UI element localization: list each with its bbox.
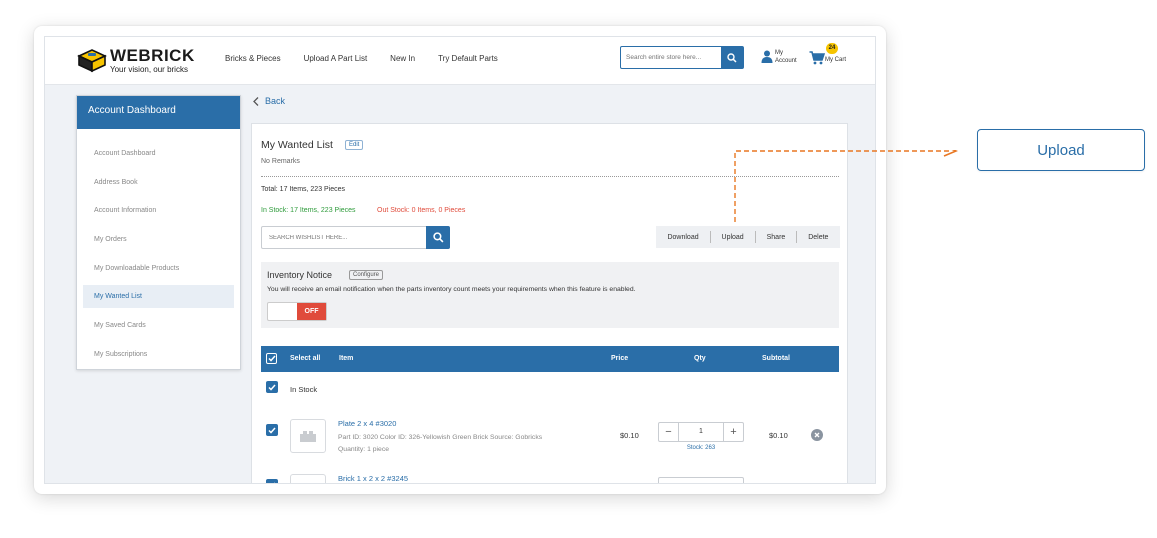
edit-button[interactable]: Edit bbox=[345, 140, 364, 150]
nav-new-in[interactable]: New In bbox=[390, 54, 415, 63]
group-checkbox[interactable] bbox=[266, 381, 278, 393]
delete-button[interactable]: Delete bbox=[808, 234, 828, 241]
wishlist-search-button[interactable] bbox=[426, 226, 450, 249]
sidebar-title: Account Dashboard bbox=[77, 96, 240, 129]
inventory-notice: Inventory Notice Configure You will rece… bbox=[261, 262, 839, 328]
table-header: Select all Item Price Qty Subtotal bbox=[261, 346, 839, 372]
brick-placeholder-icon bbox=[300, 431, 316, 442]
upload-callout-label: Upload bbox=[977, 129, 1145, 171]
header-qty: Qty bbox=[694, 355, 706, 362]
brand-tagline: Your vision, our bricks bbox=[110, 65, 188, 74]
inventory-notice-title: Inventory Notice bbox=[267, 270, 333, 280]
share-button[interactable]: Share bbox=[767, 234, 786, 241]
site-header: WEBRICK Your vision, our bricks Bricks &… bbox=[45, 37, 875, 85]
nav-bricks-pieces[interactable]: Bricks & Pieces bbox=[225, 54, 281, 63]
wishlist-search bbox=[261, 226, 450, 249]
my-cart-link[interactable]: 24 My Cart bbox=[809, 43, 859, 73]
back-label: Back bbox=[265, 96, 286, 106]
chevron-left-icon bbox=[253, 96, 259, 106]
upload-button[interactable]: Upload bbox=[722, 234, 744, 241]
item-details: Part ID: 3020 Color ID: 326-Yellowish Gr… bbox=[338, 434, 543, 441]
list-actions-bar: Download Upload Share Delete bbox=[656, 226, 840, 248]
cart-count-badge: 24 bbox=[826, 43, 838, 54]
cart-icon bbox=[809, 51, 825, 65]
account-label-line2: Account bbox=[775, 58, 797, 64]
header-search-input[interactable] bbox=[621, 47, 721, 68]
header-price: Price bbox=[611, 355, 629, 362]
sidebar-item-address-book[interactable]: Address Book bbox=[77, 168, 240, 197]
action-separator bbox=[709, 231, 711, 243]
brick-logo-icon bbox=[77, 49, 107, 73]
group-label: In Stock bbox=[290, 385, 318, 394]
cart-label: My Cart bbox=[825, 57, 846, 63]
sidebar-item-account-dashboard[interactable]: Account Dashboard bbox=[77, 139, 240, 168]
sidebar-item-downloadable-products[interactable]: My Downloadable Products bbox=[77, 254, 240, 283]
sidebar-item-subscriptions[interactable]: My Subscriptions bbox=[77, 340, 240, 369]
header-subtotal: Subtotal bbox=[762, 355, 790, 362]
quantity-stepper bbox=[658, 477, 744, 483]
sidebar-item-my-wanted-list[interactable]: My Wanted List bbox=[83, 285, 234, 309]
main-nav: Bricks & Pieces Upload A Part List New I… bbox=[225, 54, 521, 63]
item-quantity: Quantity: 1 piece bbox=[338, 446, 390, 453]
nav-upload-part-list[interactable]: Upload A Part List bbox=[304, 54, 368, 63]
header-search bbox=[620, 46, 744, 69]
my-account-link[interactable]: My Account bbox=[761, 47, 806, 75]
sidebar-item-saved-cards[interactable]: My Saved Cards bbox=[77, 311, 240, 340]
select-all-checkbox[interactable] bbox=[266, 353, 277, 364]
inventory-notice-text: You will receive an email notification w… bbox=[267, 286, 636, 293]
wanted-list-title: My Wanted List bbox=[261, 139, 333, 151]
checkmark-icon bbox=[268, 427, 276, 434]
search-icon bbox=[727, 52, 737, 63]
quantity-value[interactable]: 1 bbox=[679, 423, 723, 441]
row-checkbox[interactable] bbox=[266, 479, 278, 483]
remove-item-button[interactable] bbox=[811, 429, 823, 441]
checkmark-icon bbox=[267, 355, 276, 362]
total-summary: Total: 17 Items, 223 Pieces bbox=[261, 186, 346, 193]
sidebar-item-my-orders[interactable]: My Orders bbox=[77, 225, 240, 254]
table-row: Brick 1 x 2 x 2 #3245 bbox=[261, 474, 839, 483]
sidebar-menu: Account Dashboard Address Book Account I… bbox=[77, 129, 240, 369]
user-icon bbox=[761, 50, 773, 63]
brand-name: WEBRICK bbox=[110, 46, 195, 65]
notification-toggle[interactable]: OFF bbox=[267, 302, 327, 321]
nav-try-default-parts[interactable]: Try Default Parts bbox=[438, 54, 498, 63]
quantity-stepper: − 1 + bbox=[658, 422, 744, 442]
account-sidebar: Account Dashboard Account Dashboard Addr… bbox=[76, 95, 241, 370]
header-search-button[interactable] bbox=[721, 47, 743, 68]
close-icon bbox=[814, 432, 820, 438]
item-subtotal: $0.10 bbox=[769, 431, 788, 440]
wishlist-search-input[interactable] bbox=[262, 227, 422, 248]
configure-button[interactable]: Configure bbox=[349, 270, 384, 280]
action-separator bbox=[796, 231, 798, 243]
table-row: Plate 2 x 4 #3020 Part ID: 3020 Color ID… bbox=[261, 419, 839, 469]
decrease-qty-button[interactable]: − bbox=[659, 423, 679, 441]
sidebar-item-account-information[interactable]: Account Information bbox=[77, 196, 240, 225]
increase-qty-button[interactable]: + bbox=[723, 423, 743, 441]
account-label-line1: My bbox=[775, 50, 783, 56]
download-button[interactable]: Download bbox=[667, 234, 698, 241]
checkmark-icon bbox=[268, 384, 276, 391]
part-thumbnail[interactable] bbox=[290, 419, 326, 453]
action-separator bbox=[754, 231, 756, 243]
remarks-text: No Remarks bbox=[261, 158, 300, 165]
in-stock-summary: In Stock: 17 Items, 223 Pieces bbox=[261, 207, 356, 214]
item-price: $0.10 bbox=[620, 431, 639, 440]
out-stock-summary: Out Stock: 0 Items, 0 Pieces bbox=[377, 207, 466, 214]
stock-count: Stock: 263 bbox=[686, 445, 716, 451]
part-thumbnail[interactable] bbox=[290, 474, 326, 483]
header-item: Item bbox=[339, 355, 354, 362]
toggle-off-label: OFF bbox=[297, 303, 326, 320]
row-checkbox[interactable] bbox=[266, 424, 278, 436]
app-screen: WEBRICK Your vision, our bricks Bricks &… bbox=[44, 36, 876, 484]
header-select-all: Select all bbox=[290, 355, 321, 362]
item-name-link[interactable]: Brick 1 x 2 x 2 #3245 bbox=[338, 474, 408, 483]
item-name-link[interactable]: Plate 2 x 4 #3020 bbox=[338, 419, 396, 428]
back-link[interactable]: Back bbox=[253, 96, 285, 106]
checkmark-icon bbox=[273, 482, 276, 483]
brand-logo[interactable]: WEBRICK Your vision, our bricks bbox=[77, 44, 197, 78]
callout-arrow bbox=[734, 150, 958, 222]
search-icon bbox=[432, 232, 443, 243]
browser-frame: WEBRICK Your vision, our bricks Bricks &… bbox=[34, 26, 886, 494]
